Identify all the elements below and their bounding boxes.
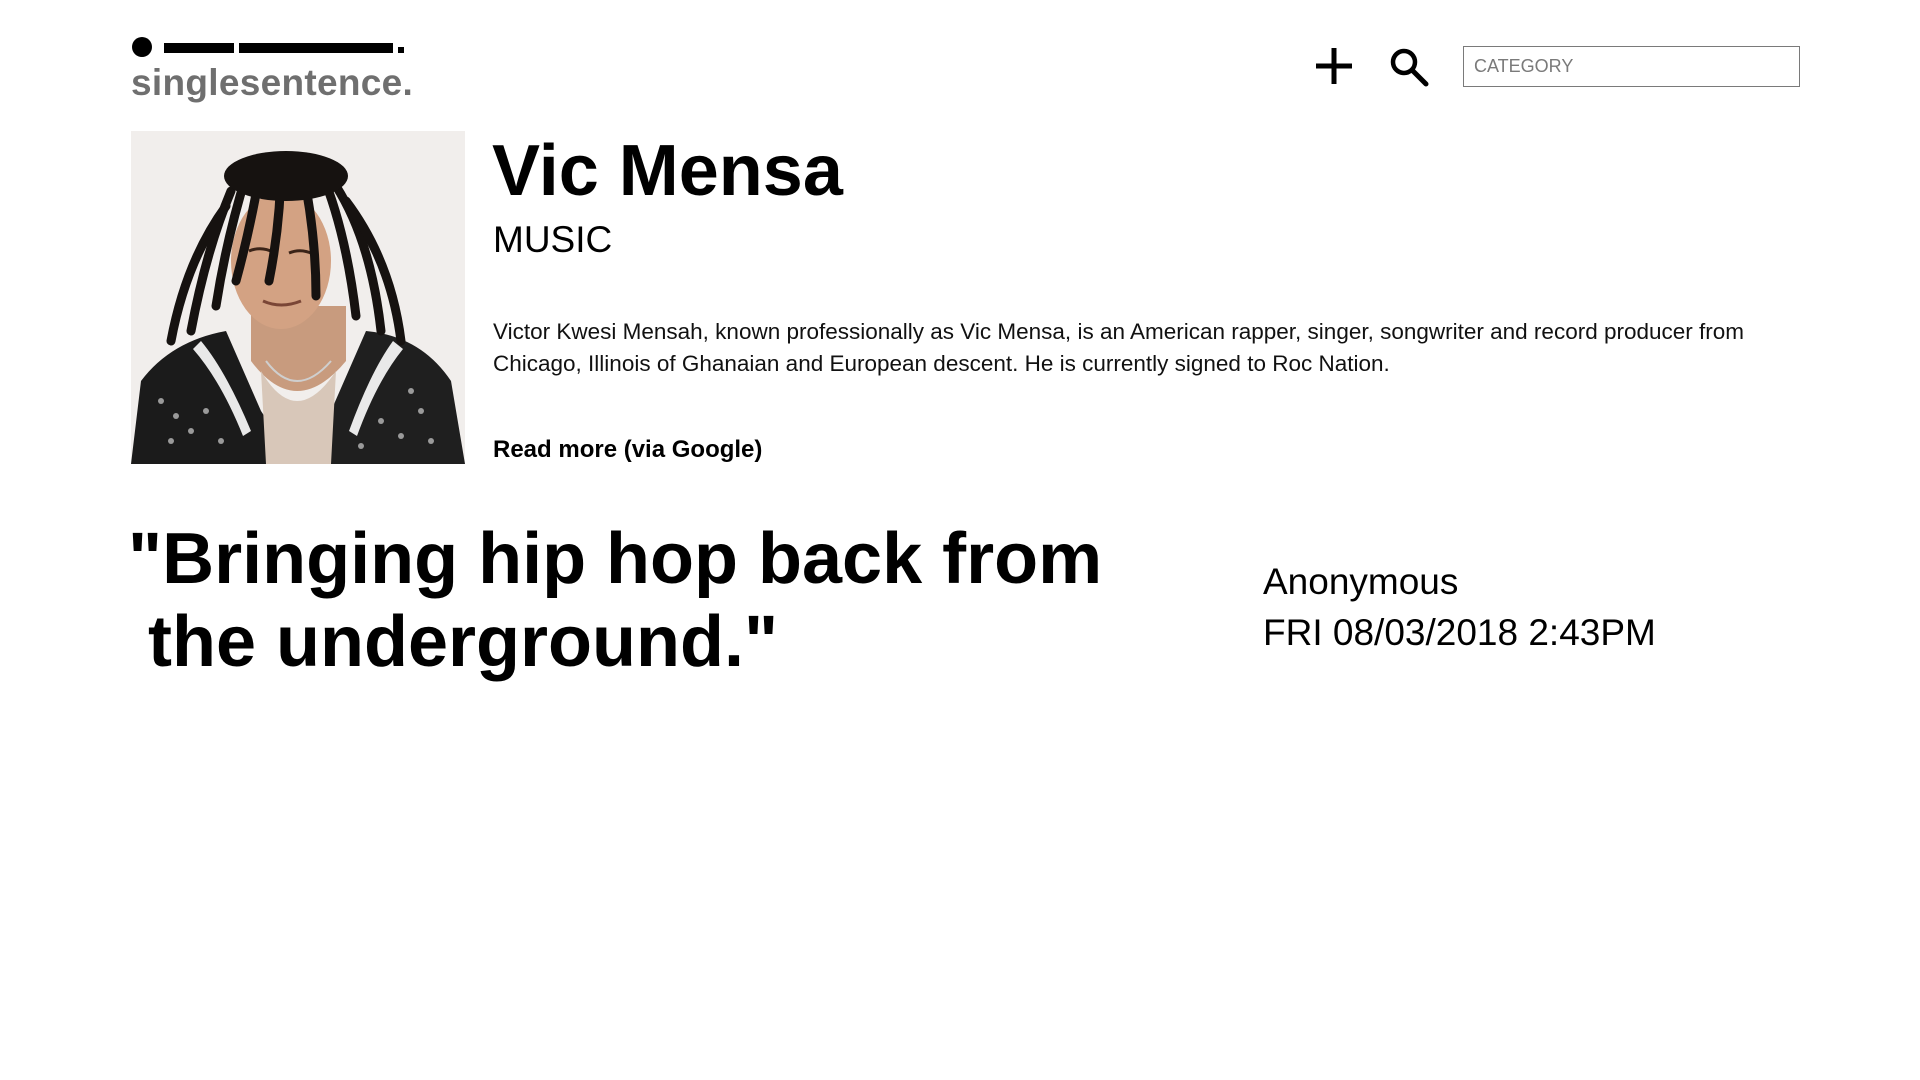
site-logo[interactable]: singlesentence. [131, 34, 414, 104]
quote-text: "Bringing hip hop back from the undergro… [128, 519, 1103, 682]
search-button[interactable] [1388, 46, 1430, 88]
page: singlesentence. CATEGORY Vic Mensa MUSIC… [0, 0, 1920, 1080]
plus-icon [1316, 48, 1352, 84]
logo-text: singlesentence. [131, 62, 414, 103]
artist-description: Victor Kwesi Mensah, known professionall… [493, 319, 1745, 376]
logo-mark-icon [132, 37, 404, 57]
quote-date: FRI 08/03/2018 2:43PM [1263, 612, 1656, 653]
category-input[interactable] [1463, 46, 1800, 87]
quote-author: Anonymous [1263, 561, 1459, 602]
add-button[interactable] [1314, 46, 1354, 86]
search-icon [1390, 48, 1429, 87]
artist-photo [131, 131, 465, 464]
artist-name: Vic Mensa [492, 131, 843, 211]
read-more-link[interactable]: Read more (via Google) [493, 434, 762, 466]
artist-category: MUSIC [493, 219, 613, 260]
artist-portrait-image [131, 131, 465, 464]
